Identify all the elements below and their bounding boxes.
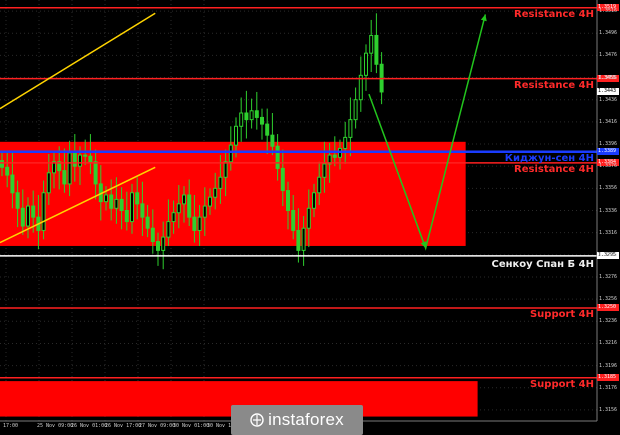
price-tick-label: 1.3176 (599, 384, 618, 391)
candle (254, 91, 259, 130)
level-label-2: Киджун-сен 4H (504, 152, 594, 164)
level-label-4: Сенкоу Спан Б 4H (491, 258, 594, 270)
price-tick-label: 1.3416 (599, 118, 618, 125)
candle (369, 19, 374, 73)
price-tick-label: 1.3496 (599, 30, 618, 37)
instaforex-logo-icon (250, 413, 264, 427)
candle (374, 13, 379, 74)
candle (239, 97, 244, 142)
time-tick-label: 30 Nov 1 (207, 423, 232, 429)
time-tick-label: 26 Nov 17:00 (105, 423, 142, 429)
level-label-1: Resistance 4H (514, 79, 594, 91)
candle (358, 56, 363, 112)
price-tick-label: 1.3196 (599, 362, 618, 369)
price-tick-label: 1.3356 (599, 185, 618, 192)
price-tick-label: 1.3156 (599, 406, 618, 413)
time-tick-label: 27 Nov 09:00 (139, 423, 176, 429)
watermark-text: instaforex (268, 410, 344, 429)
time-tick-label: 30 Nov 01:00 (173, 423, 210, 429)
level-label-3: Resistance 4H (514, 163, 594, 175)
candle (244, 90, 249, 139)
price-tick-label: 1.3456 (599, 74, 618, 81)
candle (249, 98, 254, 129)
instaforex-watermark: instaforex (231, 405, 363, 435)
time-tick-label: 25 Nov 09:00 (37, 423, 74, 429)
price-tick-label: 1.3476 (599, 52, 618, 59)
time-tick-label: 26 Nov 01:00 (71, 423, 108, 429)
time-tick-label: 17:00 (3, 423, 19, 429)
price-tick-label: 1.3376 (599, 163, 618, 170)
price-tick-label: 1.3296 (599, 251, 618, 258)
candle (364, 44, 368, 91)
price-tick-label: 1.3276 (599, 273, 618, 280)
price-chart (0, 0, 598, 422)
level-label-0: Resistance 4H (514, 8, 594, 20)
price-tick-label: 1.3316 (599, 229, 618, 236)
current-price-tag: 1.3443 (597, 88, 619, 96)
price-tick-label: 1.3236 (599, 318, 618, 325)
level-price-tag-2: 1.3389 (597, 148, 619, 156)
price-tick-label: 1.3336 (599, 207, 618, 214)
price-tick-label: 1.3216 (599, 340, 618, 347)
price-tick-label: 1.3396 (599, 141, 618, 148)
level-label-5: Support 4H (529, 308, 594, 320)
level-label-6: Support 4H (529, 378, 594, 390)
level-price-tag-6: 1.3185 (597, 374, 619, 382)
candle (260, 108, 264, 140)
trend-line-0 (0, 12, 156, 110)
level-price-tag-5: 1.3250 (597, 304, 619, 312)
price-tick-label: 1.3516 (599, 8, 618, 15)
support-resistance-zones (0, 141, 478, 417)
price-tick-label: 1.3256 (599, 296, 618, 303)
price-tick-label: 1.3436 (599, 96, 618, 103)
